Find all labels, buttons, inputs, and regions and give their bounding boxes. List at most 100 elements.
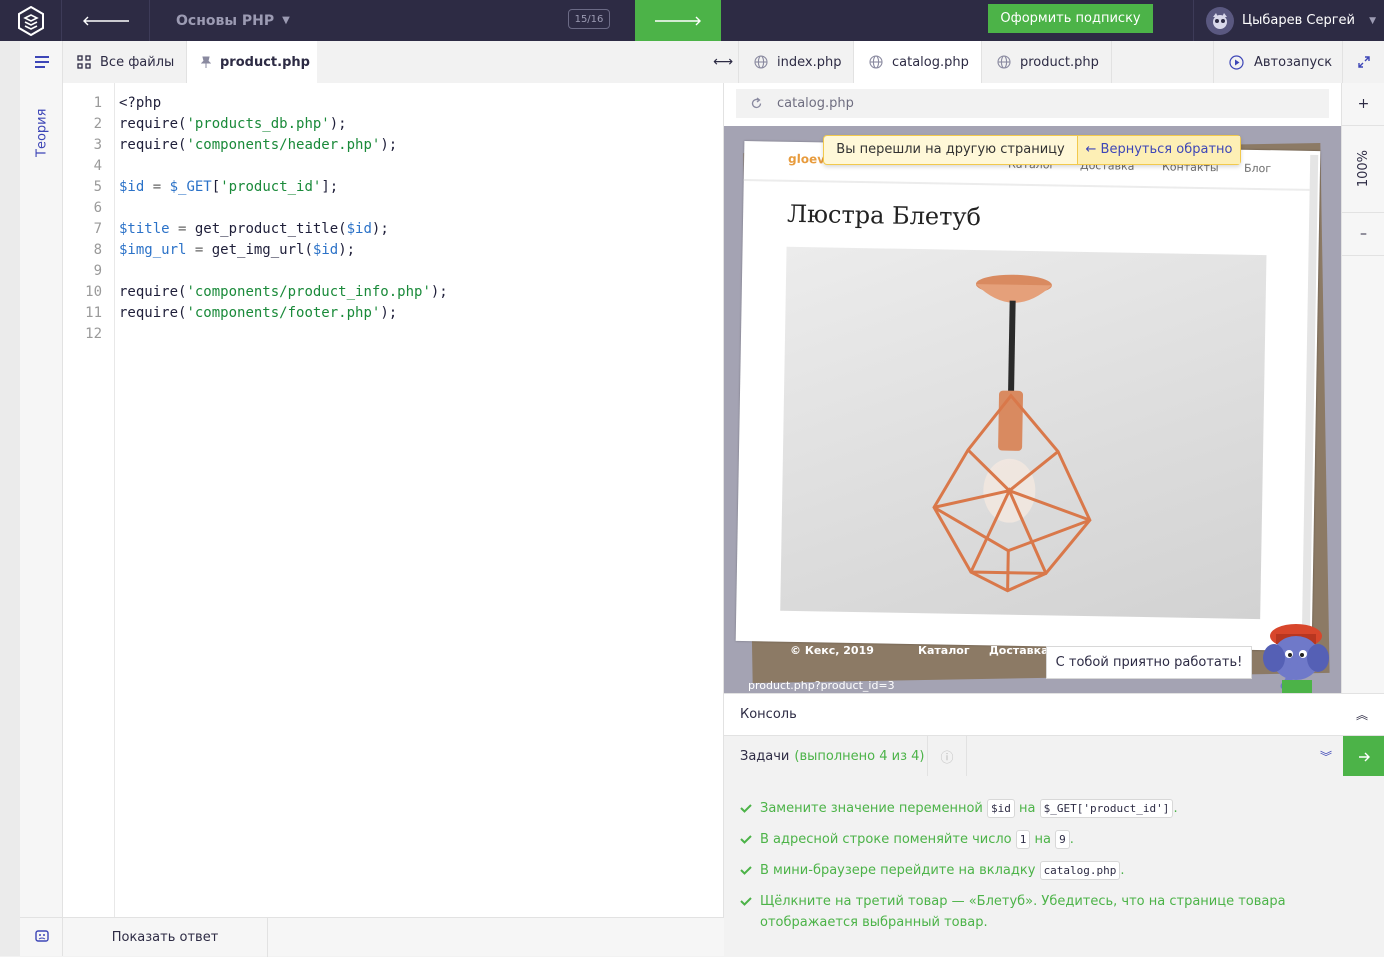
tab-catalog-php[interactable]: catalog.php	[854, 41, 982, 83]
code-line[interactable]	[119, 156, 448, 177]
code-token: require(	[119, 137, 187, 153]
left-rail: Теория	[0, 41, 63, 956]
task-text: .	[1069, 832, 1074, 847]
autorun-button[interactable]: Автозапуск	[1213, 41, 1343, 83]
tasks-header: Задачи (выполнено 4 из 4)	[740, 736, 924, 777]
code-token: $id	[119, 179, 145, 195]
console-toggle[interactable]: Консоль ︽	[724, 693, 1384, 735]
mini-footer-delivery[interactable]: Доставка	[989, 644, 1049, 657]
code-line[interactable]	[119, 324, 448, 345]
line-number: 9	[93, 263, 102, 279]
code-line[interactable]: require('components/product_info.php');	[119, 282, 448, 303]
feedback-icon[interactable]	[20, 917, 63, 956]
mini-nav-blog[interactable]: Блог	[1244, 162, 1271, 175]
grid-icon	[77, 55, 91, 69]
code-token: ];	[321, 179, 339, 195]
double-chevron-down-icon[interactable]: ︾	[1309, 736, 1343, 777]
code-line[interactable]	[119, 261, 448, 282]
code-chip: $id	[986, 799, 1015, 818]
next-lesson-button[interactable]	[635, 0, 721, 41]
mini-page[interactable]: gloevk Каталог Доставка Контакты Блог Лю…	[735, 141, 1321, 651]
tab-all-files[interactable]: Все файлы	[63, 41, 187, 83]
mini-footer-catalog[interactable]: Каталог	[918, 644, 970, 657]
code-chip: 9	[1055, 830, 1070, 849]
tab-product-php[interactable]: product.php	[187, 41, 317, 83]
arrow-right-icon	[655, 16, 701, 25]
code-token: $_GET	[169, 179, 212, 195]
globe-icon	[754, 55, 768, 69]
code-editor[interactable]: 1 2 3 4 5 6 7 8 9 10 11 12 <?php require('products_d…	[63, 83, 724, 917]
mini-browser-viewport[interactable]: gloevk Каталог Доставка Контакты Блог Лю…	[724, 126, 1341, 693]
code-line[interactable]: <?php	[119, 93, 448, 114]
show-answer-button[interactable]: Показать ответ	[63, 918, 268, 957]
tab-index-php[interactable]: index.php	[739, 41, 854, 83]
code-token: $img_url	[119, 242, 187, 258]
return-back-button[interactable]: ← Вернуться обратно	[1078, 136, 1240, 164]
console-label: Консоль	[740, 707, 797, 722]
code-token: );	[371, 221, 389, 237]
code-token: =	[144, 179, 170, 195]
rail-edge	[0, 41, 20, 956]
globe-icon	[869, 55, 883, 69]
code-token: get_product_title(	[194, 221, 347, 237]
zoom-controls: + 100% –	[1341, 83, 1384, 693]
info-icon[interactable]: ⓘ	[927, 736, 967, 777]
code-token: <?php	[119, 95, 162, 111]
tab-product-php-preview[interactable]: product.php	[982, 41, 1112, 83]
code-token: require(	[119, 116, 187, 132]
user-menu[interactable]: Цыбарев Сергей ▼	[1193, 0, 1384, 41]
zoom-out-button[interactable]: –	[1342, 213, 1384, 256]
code-token: );	[430, 284, 448, 300]
code-line[interactable]: require('components/footer.php');	[119, 303, 448, 324]
logo-icon[interactable]	[0, 0, 62, 41]
prev-lesson-button[interactable]	[62, 0, 150, 41]
hamburger-icon[interactable]	[20, 41, 63, 83]
task-text: Щёлкните на третий товар — «Блетуб». Убе…	[760, 894, 1286, 930]
task-item: Замените значение переменной $id на $_GE…	[740, 798, 1368, 819]
address-bar[interactable]: catalog.php	[736, 89, 1329, 118]
code-line[interactable]: require('products_db.php');	[119, 114, 448, 135]
line-number: 6	[93, 200, 102, 216]
code-token: 'products_db.php'	[186, 116, 330, 132]
code-token: get_img_url(	[211, 242, 313, 258]
tab-all-files-label: Все файлы	[100, 54, 175, 70]
chevron-down-icon: ▼	[1369, 15, 1376, 26]
code-line[interactable]: $id = $_GET['product_id'];	[119, 177, 448, 198]
course-title: Основы PHP	[176, 12, 275, 29]
code-chip: $_GET['product_id']	[1039, 799, 1174, 818]
chevron-down-icon: ▼	[282, 15, 290, 26]
subscribe-button[interactable]: Оформить подписку	[988, 4, 1153, 33]
code-line[interactable]: $img_url = get_img_url($id);	[119, 240, 448, 261]
reload-icon[interactable]	[750, 97, 763, 110]
line-gutter: 1 2 3 4 5 6 7 8 9 10 11 12	[63, 83, 115, 917]
code-area[interactable]: <?php require('products_db.php'); require(…	[119, 83, 448, 345]
code-token: require(	[119, 284, 187, 300]
tab-index-php-label: index.php	[777, 54, 842, 70]
code-token: );	[380, 137, 398, 153]
hover-status-url: product.php?product_id=3	[748, 679, 895, 692]
line-number: 11	[85, 305, 102, 321]
course-selector[interactable]: Основы PHP ▼	[150, 0, 290, 41]
line-number: 4	[93, 158, 102, 174]
code-chip: 1	[1015, 830, 1031, 849]
resize-icon[interactable]: ⟷	[708, 41, 739, 83]
task-text: В мини-браузере перейдите на вкладку	[760, 863, 1040, 878]
code-line[interactable]: require('components/header.php');	[119, 135, 448, 156]
theory-toggle[interactable]: Теория	[28, 97, 56, 157]
check-icon	[740, 835, 752, 844]
tasks-next-button[interactable]	[1343, 736, 1384, 777]
expand-icon[interactable]	[1343, 41, 1384, 83]
zoom-in-button[interactable]: +	[1342, 83, 1384, 126]
code-token: 'components/header.php'	[186, 137, 381, 153]
pin-icon	[201, 56, 211, 68]
arrow-right-icon	[1358, 752, 1370, 761]
task-item: В адресной строке поменяйте число 1 на 9…	[740, 829, 1368, 850]
elephant-mascot-icon	[1256, 614, 1336, 693]
code-line[interactable]	[119, 198, 448, 219]
code-line[interactable]: $title = get_product_title($id);	[119, 219, 448, 240]
task-item: В мини-браузере перейдите на вкладку cat…	[740, 860, 1368, 881]
code-token: $title	[119, 221, 170, 237]
zoom-level: 100%	[1342, 126, 1384, 213]
code-token: $id	[312, 242, 339, 258]
user-name: Цыбарев Сергей	[1242, 13, 1355, 28]
